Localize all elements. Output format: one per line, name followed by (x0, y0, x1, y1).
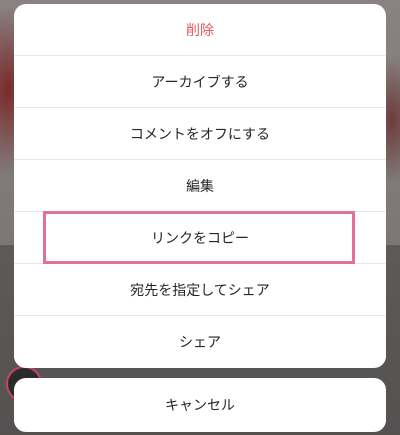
action-sheet: 削除 アーカイブする コメントをオフにする 編集 リンクをコピー 宛先を指定して… (14, 4, 386, 368)
share-button[interactable]: シェア (14, 316, 386, 368)
archive-button[interactable]: アーカイブする (14, 56, 386, 108)
turn-off-comments-button[interactable]: コメントをオフにする (14, 108, 386, 160)
cancel-button[interactable]: キャンセル (14, 378, 386, 432)
share-to-button[interactable]: 宛先を指定してシェア (14, 264, 386, 316)
edit-button[interactable]: 編集 (14, 160, 386, 212)
delete-button[interactable]: 削除 (14, 4, 386, 56)
copy-link-button[interactable]: リンクをコピー (14, 212, 386, 264)
